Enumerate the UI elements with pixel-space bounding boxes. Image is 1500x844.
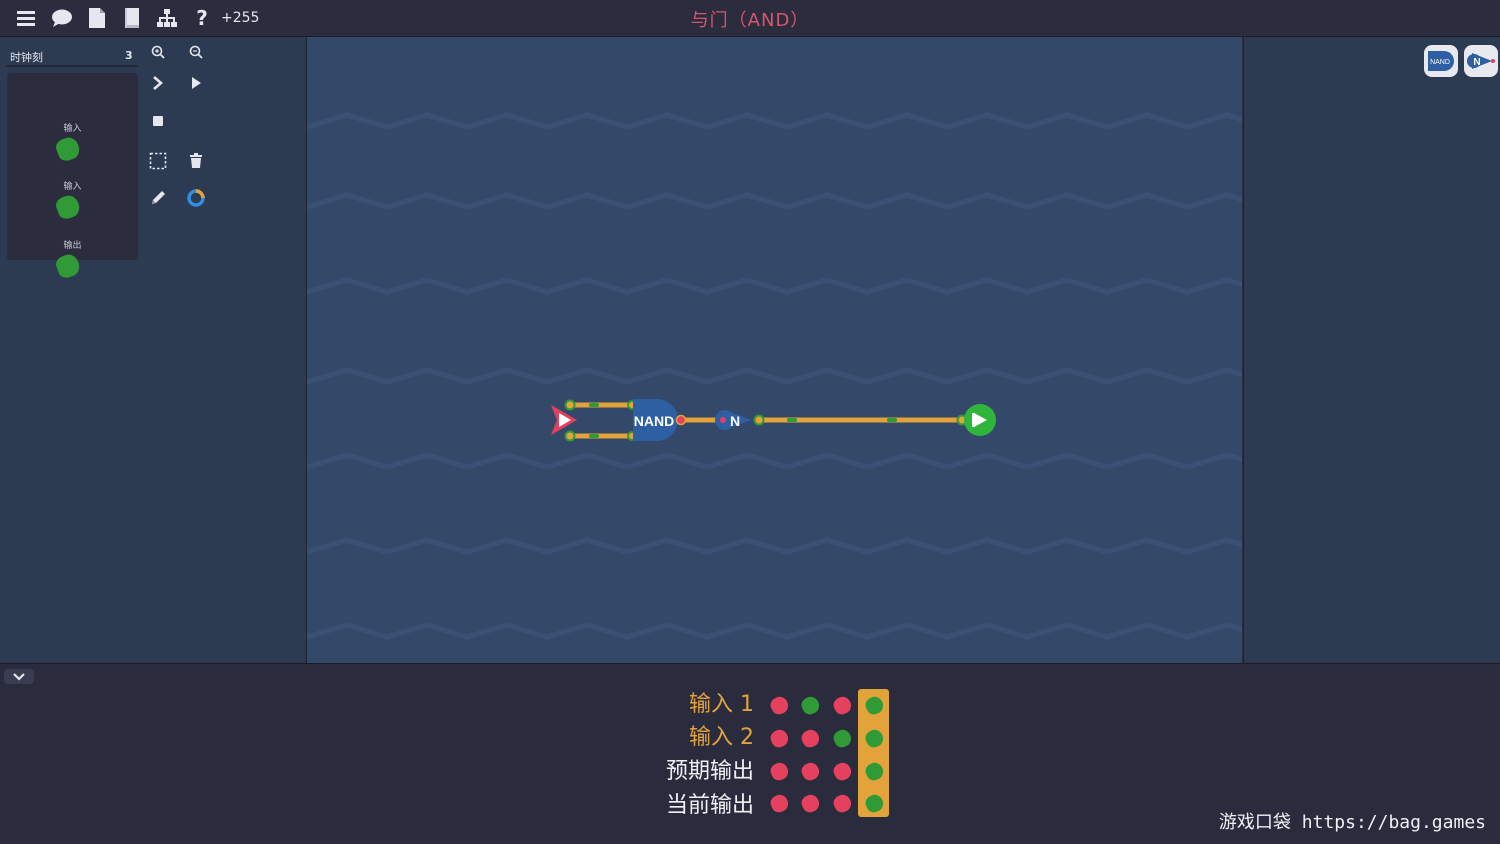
left-panel: 时钟刻 3 输入 输入 输出 [0, 37, 307, 663]
watermark: 游戏口袋 https://bag.games [1219, 808, 1486, 834]
play-icon[interactable] [183, 70, 209, 96]
nand-gate-label: NAND [634, 413, 674, 429]
truth-table-cell [799, 760, 822, 783]
right-panel: NAND N [1243, 37, 1500, 663]
zoom-out-icon[interactable] [183, 39, 209, 65]
io-label-input-1: 输入 [63, 124, 82, 134]
truth-table-label-input-2: 输入 2 [689, 725, 754, 750]
io-pin-input-1[interactable] [53, 134, 83, 164]
top-bar: ? +255 与门（AND） [0, 0, 1500, 37]
truth-table-cell [768, 694, 791, 717]
not-chip-button[interactable]: N [1464, 45, 1498, 77]
level-title: 与门（AND） [690, 10, 810, 31]
truth-table-cell [831, 694, 854, 717]
io-list: 输入 输入 输出 [7, 73, 138, 281]
truth-table-label-expected: 预期输出 [665, 759, 754, 784]
step-icon[interactable] [145, 70, 171, 96]
watermark-url: https://bag.games [1301, 812, 1486, 833]
truth-table-cell [831, 792, 854, 815]
zoom-in-icon[interactable] [145, 39, 171, 65]
wires [567, 402, 965, 439]
truth-table-cell [799, 792, 822, 815]
truth-table-label-input-1: 输入 1 [689, 692, 754, 717]
not-chip-icon: N [1467, 53, 1495, 69]
truth-table-cell [799, 727, 822, 750]
not-gate-label: N [730, 413, 740, 429]
truth-table-cell [831, 727, 854, 750]
truth-table-cell [768, 760, 791, 783]
truth-table-cell [799, 694, 822, 717]
clock-label: 时钟刻 [10, 51, 43, 64]
delete-icon[interactable] [183, 148, 209, 174]
collapse-button[interactable] [4, 669, 34, 684]
truth-table-panel: 输入 1 输入 2 预期输出 当前输出 游戏口袋 https://bag.gam… [0, 663, 1500, 844]
nand-chip-label: NAND [1430, 59, 1450, 66]
watermark-cn: 游戏口袋 [1218, 812, 1291, 833]
io-label-output: 输出 [63, 241, 82, 251]
not-chip-label: N [1473, 57, 1480, 68]
clock-value: 3 [125, 49, 133, 62]
io-pin-input-2[interactable] [53, 192, 83, 222]
nand-chip-icon: NAND [1428, 51, 1454, 71]
select-icon[interactable] [145, 148, 171, 174]
pencil-icon[interactable] [145, 185, 171, 211]
truth-table-label-current: 当前输出 [665, 793, 754, 818]
stop-icon[interactable] [145, 108, 171, 134]
truth-table-cell [768, 792, 791, 815]
circuit-canvas[interactable]: NAND N [307, 37, 1242, 663]
truth-table-cell [831, 760, 854, 783]
circuit: NAND N [551, 399, 996, 442]
io-label-input-2: 输入 [63, 182, 82, 192]
io-pin-output[interactable] [53, 251, 83, 281]
chevron-down-icon [13, 672, 25, 681]
truth-table-cell [768, 727, 791, 750]
nand-chip-button[interactable]: NAND [1424, 45, 1458, 77]
divider [6, 65, 138, 67]
color-icon[interactable] [183, 185, 209, 211]
